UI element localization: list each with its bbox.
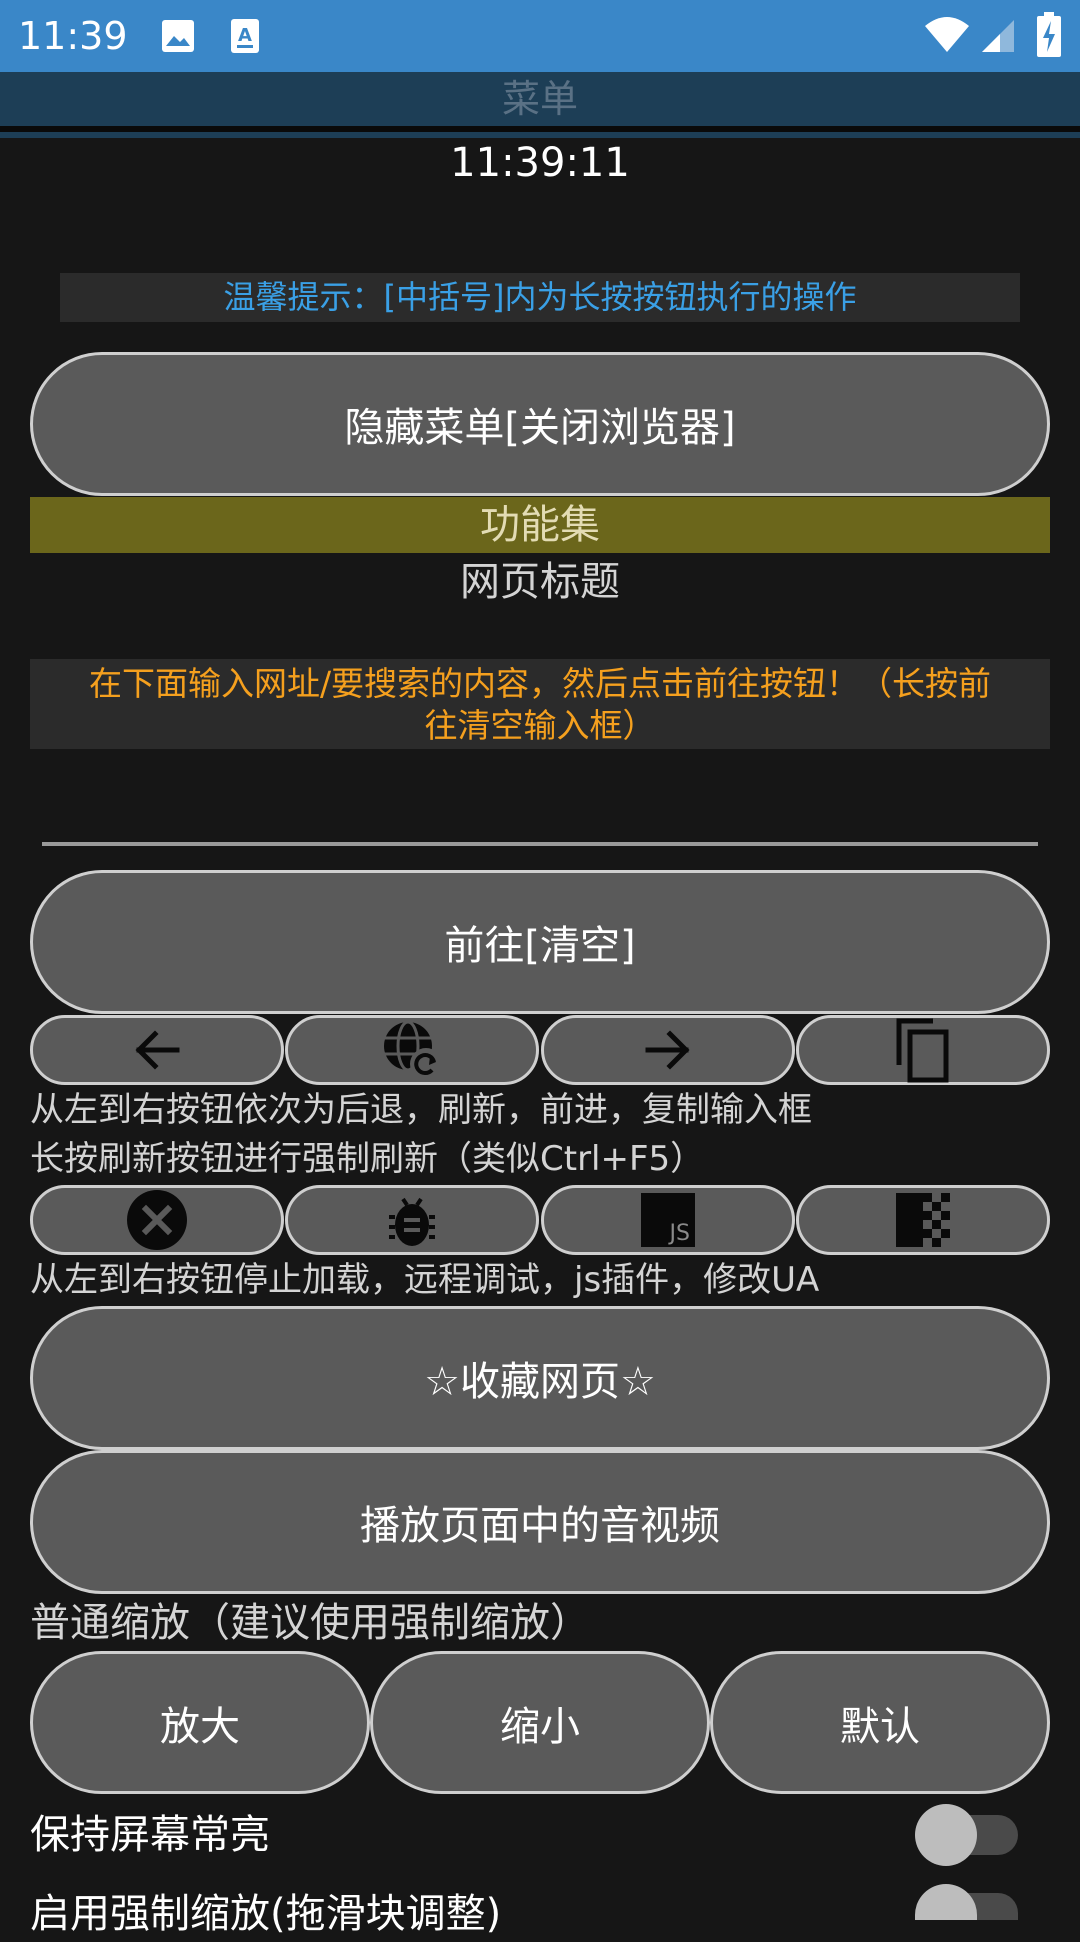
zoom-out-button[interactable]: 缩小 (370, 1651, 710, 1794)
js-icon-text: JS (669, 1221, 690, 1246)
url-hint: 在下面输入网址/要搜索的内容，然后点击前往按钮！（长按前 往清空输入框） (30, 659, 1050, 749)
status-time: 11:39 (18, 14, 128, 58)
user-agent-icon (896, 1193, 950, 1247)
stop-loading-button[interactable] (30, 1185, 284, 1255)
switch-thumb[interactable] (915, 1804, 977, 1866)
refresh-button[interactable] (285, 1015, 539, 1085)
zoom-default-button[interactable]: 默认 (710, 1651, 1050, 1794)
tools-caption: 从左到右按钮停止加载，远程调试，js插件，修改UA (30, 1260, 820, 1300)
favorite-page-label: ☆收藏网页☆ (424, 1359, 656, 1405)
zoom-default-label: 默认 (840, 1703, 920, 1750)
copy-icon (893, 1017, 953, 1083)
battery-charging-icon (1036, 12, 1062, 62)
url-hint-line1: 在下面输入网址/要搜索的内容，然后点击前往按钮！（长按前 (88, 664, 992, 703)
arrow-left-icon (131, 1024, 183, 1076)
zoom-out-label: 缩小 (500, 1703, 580, 1750)
wifi-icon (924, 14, 970, 58)
copy-input-button[interactable] (796, 1015, 1050, 1085)
feature-set-header: 功能集 (30, 497, 1050, 553)
zoom-in-button[interactable]: 放大 (30, 1651, 370, 1794)
signal-icon (980, 18, 1016, 58)
refresh-caption: 长按刷新按钮进行强制刷新（类似Ctrl+F5） (30, 1139, 705, 1179)
url-input-underline (42, 842, 1038, 846)
url-input[interactable] (42, 780, 1038, 840)
image-icon (160, 18, 196, 58)
keep-screen-on-label: 保持屏幕常亮 (30, 1812, 270, 1858)
url-hint-line2: 往清空输入框） (424, 706, 656, 745)
text-icon: A (230, 18, 260, 58)
force-zoom-label: 启用强制缩放(拖滑块调整) (30, 1891, 502, 1937)
globe-refresh-icon (380, 1018, 444, 1082)
tip-text: 温馨提示：[中括号]内为长按按钮执行的操作 (60, 273, 1020, 322)
play-media-label: 播放页面中的音视频 (360, 1503, 720, 1549)
hide-menu-button[interactable]: 隐藏菜单[关闭浏览器] (30, 352, 1050, 496)
zoom-caption: 普通缩放（建议使用强制缩放） (30, 1600, 590, 1646)
back-button[interactable] (30, 1015, 284, 1085)
clock-text: 11:39:11 (450, 140, 630, 186)
bug-icon (385, 1191, 439, 1249)
go-button[interactable]: 前往[清空] (30, 870, 1050, 1014)
zoom-in-label: 放大 (160, 1703, 240, 1750)
stop-icon (126, 1189, 188, 1251)
svg-text:A: A (238, 25, 252, 46)
js-icon: JS (641, 1193, 695, 1247)
nav-buttons-caption: 从左到右按钮依次为后退，刷新，前进，复制输入框 (30, 1090, 812, 1130)
page-title: 网页标题 (460, 559, 620, 605)
menu-title: 菜单 (501, 77, 578, 121)
hide-menu-label: 隐藏菜单[关闭浏览器] (344, 405, 736, 451)
title-bar: 菜单 (0, 72, 1080, 126)
remote-debug-button[interactable] (285, 1185, 539, 1255)
switch-thumb[interactable] (915, 1884, 977, 1920)
play-media-button[interactable]: 播放页面中的音视频 (30, 1450, 1050, 1594)
js-plugin-button[interactable]: JS (541, 1185, 795, 1255)
favorite-page-button[interactable]: ☆收藏网页☆ (30, 1306, 1050, 1450)
modify-ua-button[interactable] (796, 1185, 1050, 1255)
arrow-right-icon (642, 1024, 694, 1076)
forward-button[interactable] (541, 1015, 795, 1085)
go-label: 前往[清空] (444, 923, 636, 969)
